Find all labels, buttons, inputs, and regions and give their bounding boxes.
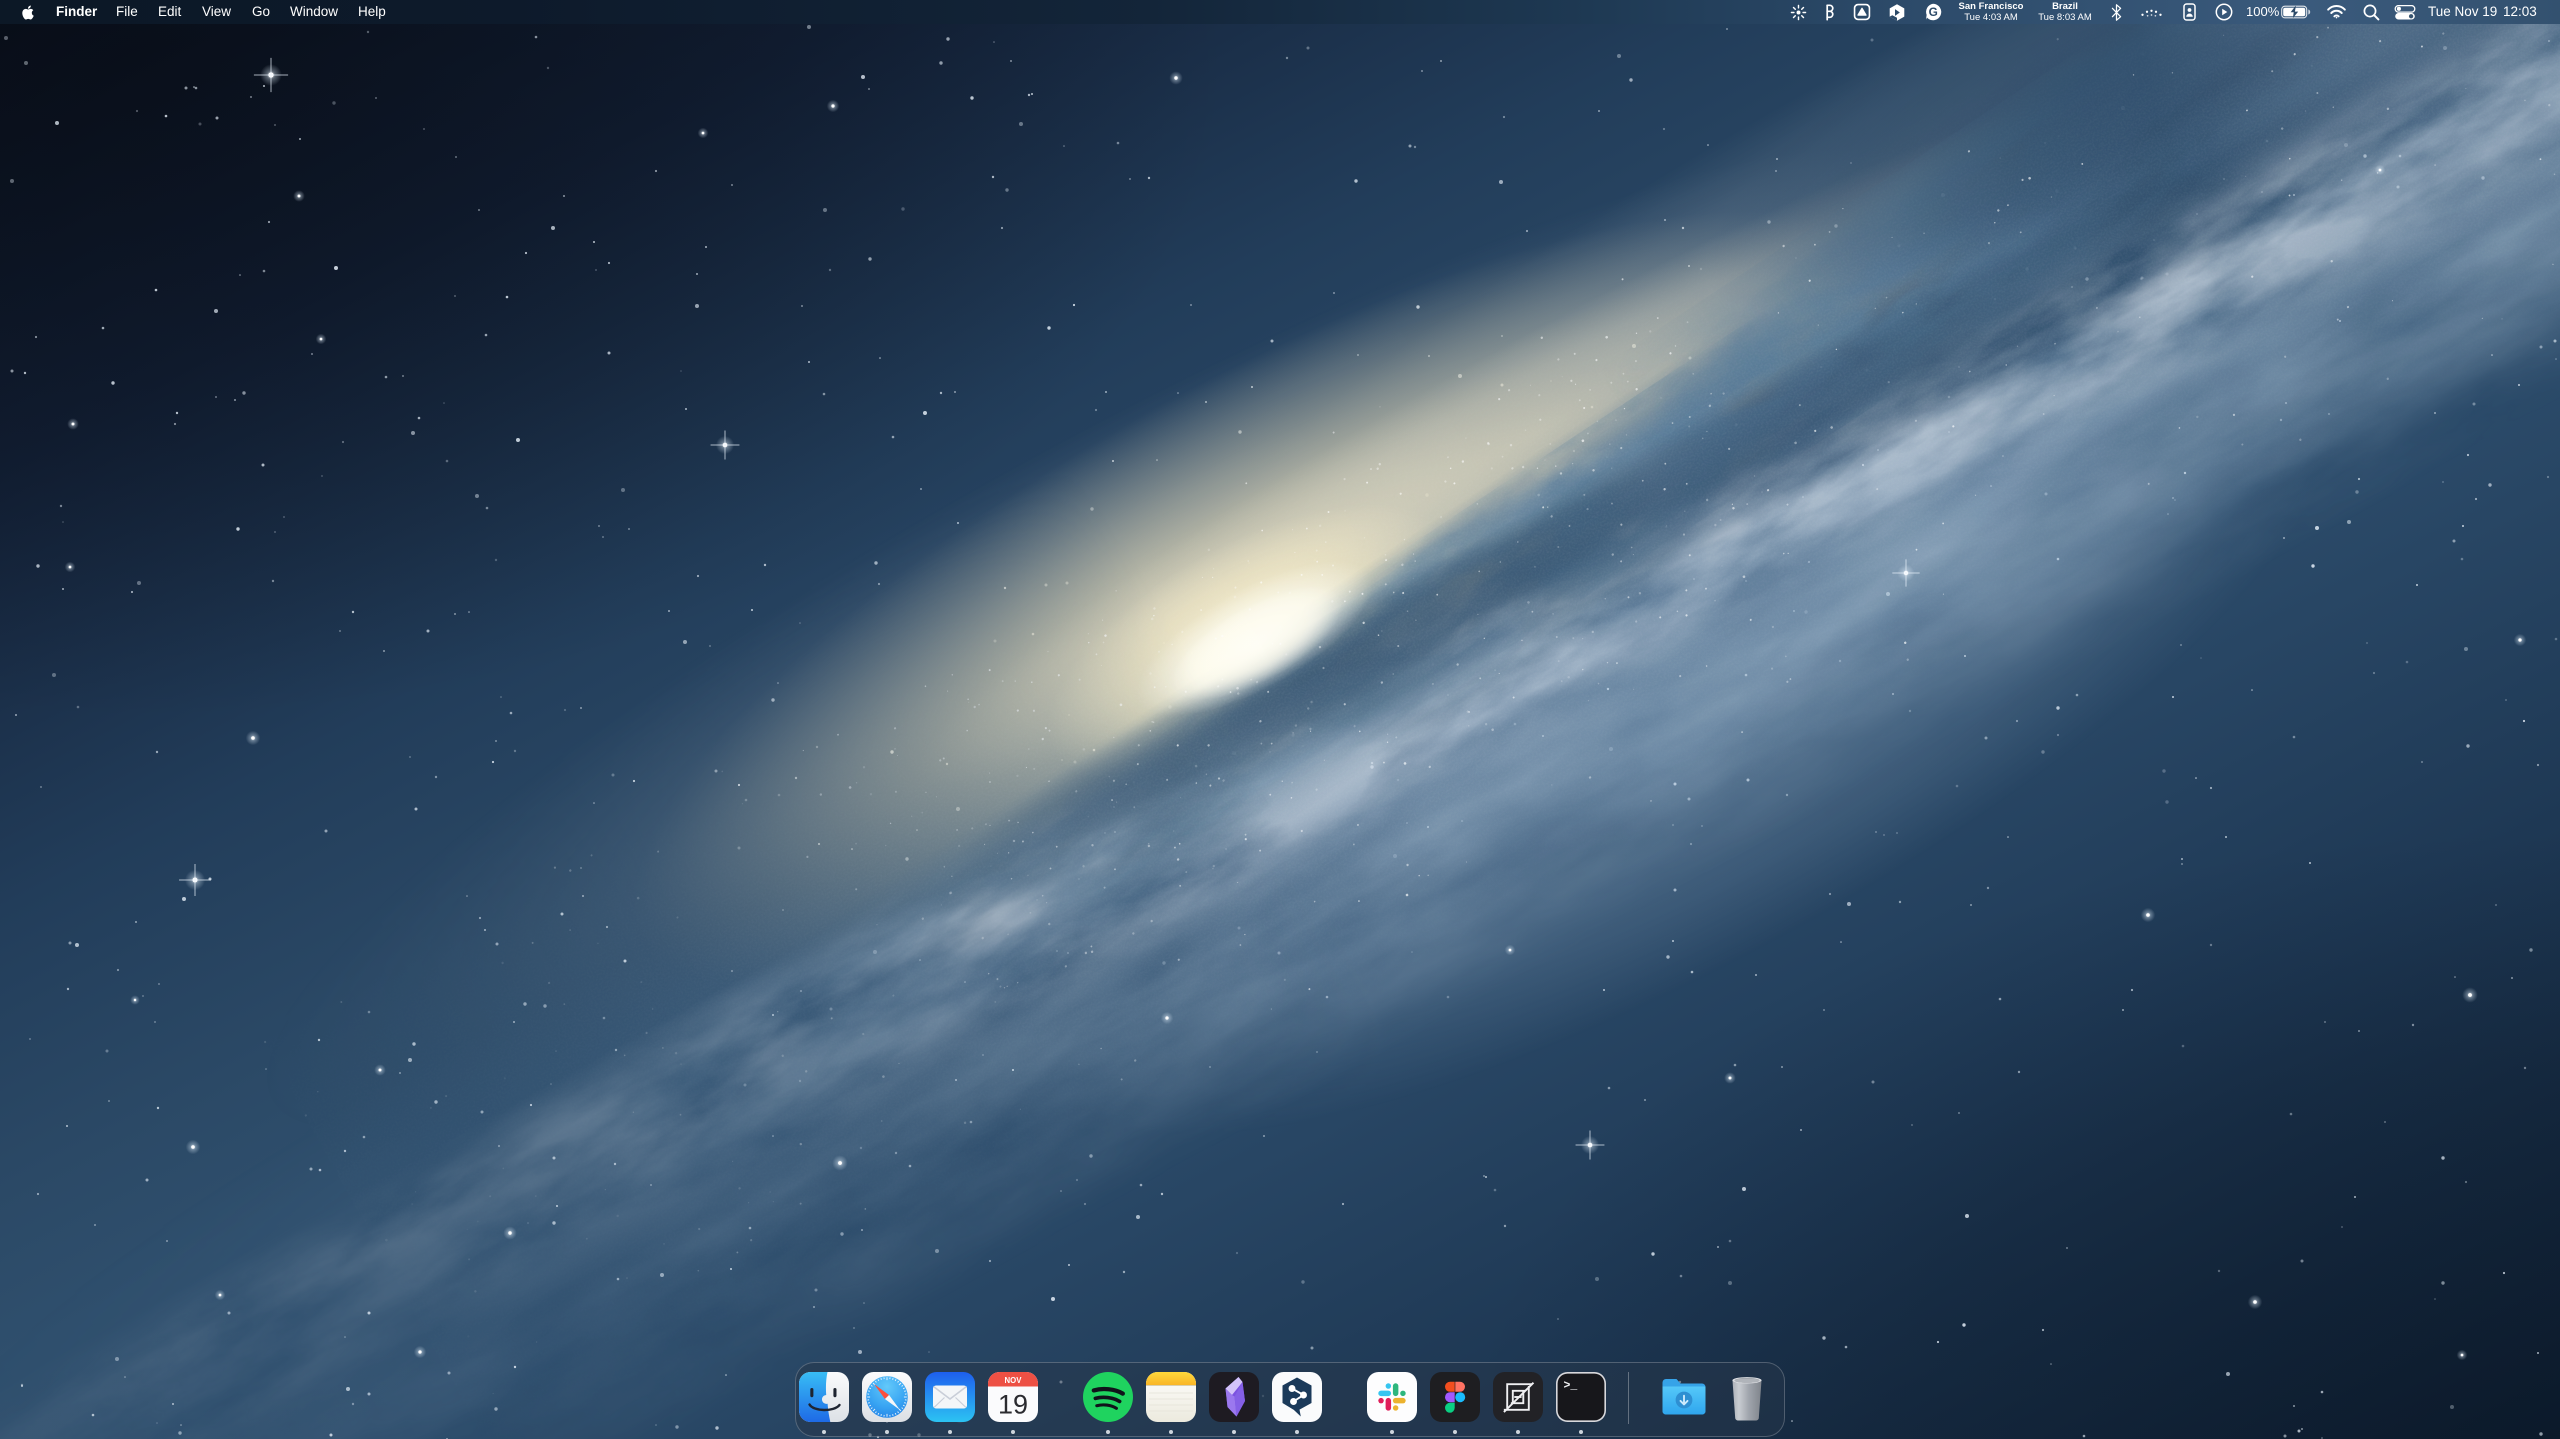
svg-text:G: G xyxy=(1929,5,1938,19)
svg-text:>_: >_ xyxy=(1564,1380,1578,1393)
svg-text:19: 19 xyxy=(998,1390,1028,1420)
svg-text:NOV: NOV xyxy=(1005,1376,1023,1385)
